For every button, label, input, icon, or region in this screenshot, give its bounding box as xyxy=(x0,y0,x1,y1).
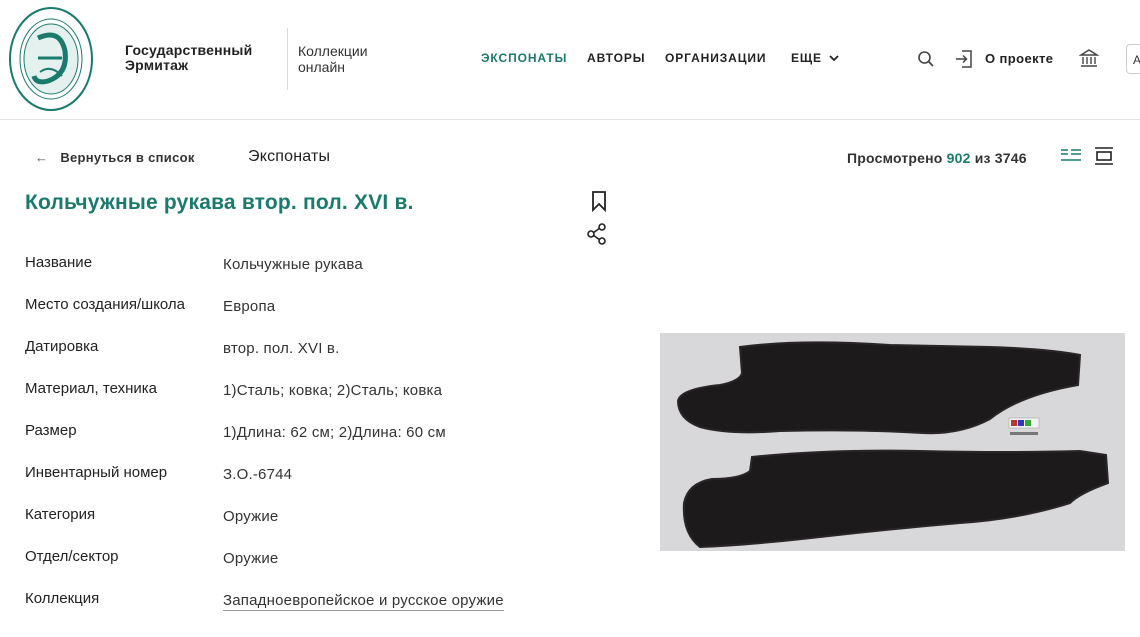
share-icon[interactable] xyxy=(586,222,608,246)
property-key: Отдел/сектор xyxy=(25,548,119,565)
property-key: Коллекция xyxy=(25,590,100,607)
about-project-link[interactable]: О проекте xyxy=(985,51,1053,66)
login-icon[interactable] xyxy=(954,49,974,69)
property-value: Европа xyxy=(223,298,276,315)
chevron-down-icon[interactable] xyxy=(828,52,840,64)
back-to-list-link[interactable]: ← Вернуться в список xyxy=(35,150,195,165)
property-value: Кольчужные рукава xyxy=(223,256,363,273)
brand-line-2: Эрмитаж xyxy=(125,57,189,73)
site-header: Государственный Эрмитаж Коллекции онлайн… xyxy=(0,0,1140,120)
viewed-separator: из xyxy=(974,150,991,166)
museum-icon[interactable] xyxy=(1079,48,1099,68)
property-value: 1)Сталь; ковка; 2)Сталь; ковка xyxy=(223,382,443,399)
nav-exhibits[interactable]: ЭКСПОНАТЫ xyxy=(481,51,567,65)
property-key: Размер xyxy=(25,422,77,439)
sub-line-2: онлайн xyxy=(298,59,346,75)
property-value: Оружие xyxy=(223,508,279,525)
header-divider xyxy=(287,28,288,90)
viewed-counter: Просмотрено 902 из 3746 xyxy=(847,150,1027,166)
nav-more[interactable]: ЕЩЕ xyxy=(791,51,822,65)
viewed-count: 902 xyxy=(946,150,971,166)
section-title: Экспонаты xyxy=(248,148,331,165)
item-title: Кольчужные рукава втор. пол. XVI в. xyxy=(25,191,414,214)
property-row: Размер 1)Длина: 62 см; 2)Длина: 60 см xyxy=(25,422,585,446)
property-key: Место создания/школа xyxy=(25,296,186,313)
viewed-total: 3746 xyxy=(994,150,1027,166)
collection-link[interactable]: Западноевропейское и русское оружие xyxy=(223,592,504,611)
language-switch[interactable]: A xyxy=(1126,44,1140,74)
property-row: Материал, техника 1)Сталь; ковка; 2)Стал… xyxy=(25,380,585,404)
collections-online-label[interactable]: Коллекции онлайн xyxy=(298,43,368,75)
back-label: Вернуться в список xyxy=(60,150,195,165)
arrow-left-icon: ← xyxy=(35,150,49,165)
bookmark-icon[interactable] xyxy=(590,190,608,212)
nav-authors[interactable]: АВТОРЫ xyxy=(587,51,645,65)
property-row: Инвентарный номер З.О.-6744 xyxy=(25,464,585,488)
nav-organizations[interactable]: ОРГАНИЗАЦИИ xyxy=(665,51,766,65)
gallery-view-icon[interactable] xyxy=(1093,146,1115,166)
property-value: 1)Длина: 62 см; 2)Длина: 60 см xyxy=(223,424,446,441)
property-row: Категория Оружие xyxy=(25,506,585,530)
list-view-icon[interactable] xyxy=(1060,146,1082,166)
property-value: З.О.-6744 xyxy=(223,466,293,483)
property-key: Материал, техника xyxy=(25,380,157,397)
search-icon[interactable] xyxy=(917,50,935,68)
property-row: Место создания/школа Европа xyxy=(25,296,585,320)
item-photo[interactable] xyxy=(660,333,1125,551)
hermitage-logo[interactable] xyxy=(8,6,94,112)
property-value: втор. пол. XVI в. xyxy=(223,340,340,357)
property-row: Коллекция Западноевропейское и русское о… xyxy=(25,590,585,614)
property-row: Датировка втор. пол. XVI в. xyxy=(25,338,585,362)
property-key: Категория xyxy=(25,506,96,523)
brand-line-1: Государственный xyxy=(125,42,253,58)
viewed-prefix: Просмотрено xyxy=(847,150,943,166)
property-value: Оружие xyxy=(223,550,279,567)
property-key: Инвентарный номер xyxy=(25,464,168,481)
brand-name[interactable]: Государственный Эрмитаж xyxy=(125,43,252,73)
property-key: Датировка xyxy=(25,338,99,355)
property-row: Отдел/сектор Оружие xyxy=(25,548,585,572)
property-row: Название Кольчужные рукава xyxy=(25,254,585,278)
property-key: Название xyxy=(25,254,93,271)
sub-line-1: Коллекции xyxy=(298,43,368,59)
